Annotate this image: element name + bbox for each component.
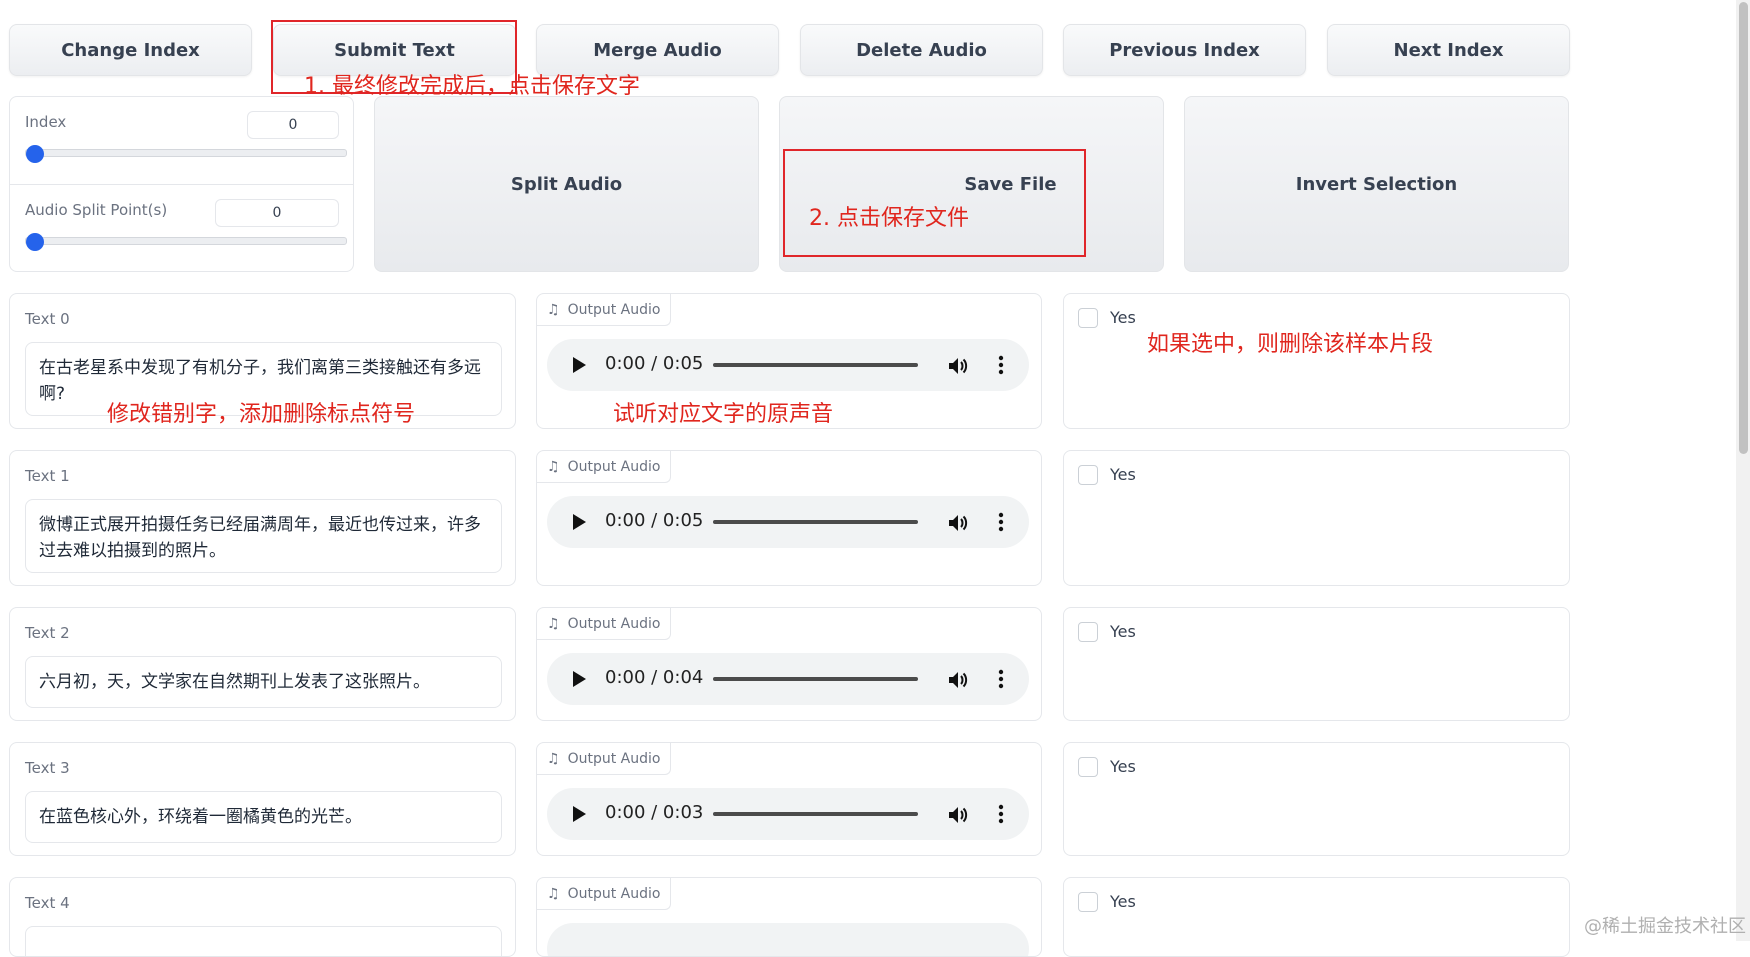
checkbox-panel-4: Yes: [1063, 877, 1570, 957]
text-panel-1: Text 1 微博正式展开拍摄任务已经届满周年，最近也传过来，许多过去难以拍摄到…: [9, 450, 516, 586]
delete-checkbox-1[interactable]: [1078, 465, 1098, 485]
checkbox-label: Yes: [1110, 622, 1136, 641]
change-index-button[interactable]: Change Index: [9, 24, 252, 76]
text-input-4[interactable]: [25, 926, 502, 956]
audio-player-4[interactable]: [547, 923, 1029, 956]
audio-label: ♫ Output Audio: [537, 294, 672, 326]
play-icon[interactable]: [573, 514, 586, 530]
previous-index-button[interactable]: Previous Index: [1063, 24, 1306, 76]
checkbox-label: Yes: [1110, 892, 1136, 911]
text-label: Text 2: [25, 624, 70, 642]
split-point-number-input[interactable]: 0: [215, 199, 339, 227]
text-input-2[interactable]: 六月初，天，文学家在自然期刊上发表了这张照片。: [25, 656, 502, 708]
annotation-edit-hint: 修改错别字，添加删除标点符号: [107, 402, 416, 427]
text-panel-4: Text 4: [9, 877, 516, 957]
delete-checkbox-0[interactable]: [1078, 308, 1098, 328]
audio-player-0[interactable]: 0:00 / 0:05: [547, 339, 1029, 391]
audio-label: ♫ Output Audio: [537, 878, 672, 910]
audio-panel-3: ♫ Output Audio 0:00 / 0:03: [536, 742, 1042, 856]
index-label: Index: [25, 113, 67, 131]
audio-time: 0:00 / 0:04: [605, 667, 704, 688]
text-label: Text 0: [25, 310, 70, 328]
audio-panel-1: ♫ Output Audio 0:00 / 0:05: [536, 450, 1042, 586]
more-options-icon[interactable]: [998, 512, 1004, 532]
music-note-icon: ♫: [547, 615, 560, 632]
audio-player-1[interactable]: 0:00 / 0:05: [547, 496, 1029, 548]
audio-progress-track[interactable]: [713, 520, 918, 524]
invert-selection-button[interactable]: Invert Selection: [1184, 96, 1569, 272]
text-input-1[interactable]: 微博正式展开拍摄任务已经届满周年，最近也传过来，许多过去难以拍摄到的照片。: [25, 499, 502, 573]
audio-time: 0:00 / 0:05: [605, 353, 704, 374]
split-point-slider-track[interactable]: [25, 237, 347, 245]
watermark: @稀土掘金技术社区: [1584, 916, 1746, 937]
checkbox-panel-3: Yes: [1063, 742, 1570, 856]
annotation-step2: 2. 点击保存文件: [809, 206, 969, 231]
split-point-label: Audio Split Point(s): [25, 201, 168, 219]
annotation-step1: 1. 最终修改完成后，点击保存文字: [304, 74, 640, 99]
audio-panel-2: ♫ Output Audio 0:00 / 0:04: [536, 607, 1042, 721]
checkbox-label: Yes: [1110, 465, 1136, 484]
audio-time: 0:00 / 0:03: [605, 802, 704, 823]
volume-icon[interactable]: [947, 804, 969, 826]
volume-icon[interactable]: [947, 669, 969, 691]
audio-label: ♫ Output Audio: [537, 608, 672, 640]
index-number-input[interactable]: 0: [247, 111, 339, 139]
delete-audio-button[interactable]: Delete Audio: [800, 24, 1043, 76]
checkbox-label: Yes: [1110, 757, 1136, 776]
more-options-icon[interactable]: [998, 804, 1004, 824]
text-label: Text 3: [25, 759, 70, 777]
play-icon[interactable]: [573, 357, 586, 373]
more-options-icon[interactable]: [998, 669, 1004, 689]
audio-time: 0:00 / 0:05: [605, 510, 704, 531]
audio-player-2[interactable]: 0:00 / 0:04: [547, 653, 1029, 705]
annotation-delete-hint: 如果选中，则删除该样本片段: [1147, 332, 1434, 357]
more-options-icon[interactable]: [998, 355, 1004, 375]
volume-icon[interactable]: [947, 355, 969, 377]
music-note-icon: ♫: [547, 750, 560, 767]
index-slider-thumb[interactable]: [26, 145, 44, 163]
delete-checkbox-4[interactable]: [1078, 892, 1098, 912]
audio-label: ♫ Output Audio: [537, 451, 672, 483]
audio-panel-4: ♫ Output Audio: [536, 877, 1042, 957]
audio-progress-track[interactable]: [713, 677, 918, 681]
split-point-slider-thumb[interactable]: [26, 233, 44, 251]
text-label: Text 1: [25, 467, 70, 485]
delete-checkbox-2[interactable]: [1078, 622, 1098, 642]
text-panel-2: Text 2 六月初，天，文学家在自然期刊上发表了这张照片。: [9, 607, 516, 721]
annotation-listen-hint: 试听对应文字的原声音: [613, 402, 834, 427]
play-icon[interactable]: [573, 806, 586, 822]
text-panel-3: Text 3 在蓝色核心外，环绕着一圈橘黄色的光芒。: [9, 742, 516, 856]
delete-checkbox-3[interactable]: [1078, 757, 1098, 777]
music-note-icon: ♫: [547, 301, 560, 318]
slider-panel: Index 0 Audio Split Point(s) 0: [9, 96, 354, 272]
divider: [10, 184, 353, 185]
index-slider-track[interactable]: [25, 149, 347, 157]
audio-progress-track[interactable]: [713, 363, 918, 367]
play-icon[interactable]: [573, 671, 586, 687]
audio-player-3[interactable]: 0:00 / 0:03: [547, 788, 1029, 840]
music-note-icon: ♫: [547, 458, 560, 475]
checkbox-panel-1: Yes: [1063, 450, 1570, 586]
audio-label: ♫ Output Audio: [537, 743, 672, 775]
checkbox-panel-0: Yes: [1063, 293, 1570, 429]
split-audio-button[interactable]: Split Audio: [374, 96, 759, 272]
next-index-button[interactable]: Next Index: [1327, 24, 1570, 76]
scrollbar-thumb[interactable]: [1739, 2, 1748, 454]
text-label: Text 4: [25, 894, 70, 912]
volume-icon[interactable]: [947, 512, 969, 534]
music-note-icon: ♫: [547, 885, 560, 902]
checkbox-panel-2: Yes: [1063, 607, 1570, 721]
text-input-3[interactable]: 在蓝色核心外，环绕着一圈橘黄色的光芒。: [25, 791, 502, 843]
checkbox-label: Yes: [1110, 308, 1136, 327]
audio-progress-track[interactable]: [713, 812, 918, 816]
